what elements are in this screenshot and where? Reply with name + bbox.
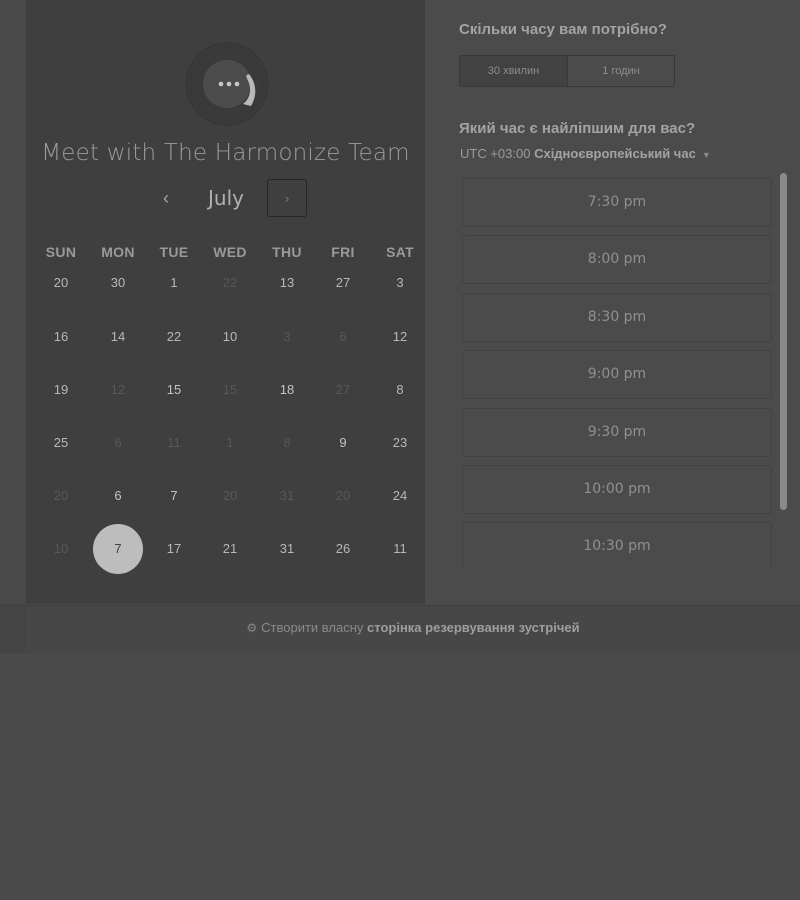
- footer: ⚙ Створити власну сторінка резервування з…: [26, 605, 800, 654]
- timezone-name: Східноєвропейський час: [534, 146, 696, 161]
- timezone-offset: UTC +03:00: [460, 146, 535, 161]
- time-slot-button[interactable]: 9:00 pm: [462, 350, 772, 400]
- calendar-day-selected[interactable]: 7: [93, 524, 143, 574]
- footer-edge: [0, 604, 26, 653]
- calendar-day: 1: [226, 435, 234, 450]
- calendar-day[interactable]: 11: [375, 524, 425, 574]
- calendar-day[interactable]: 27: [318, 258, 368, 308]
- calendar-day[interactable]: 22: [149, 312, 199, 362]
- month-navigation: ‹ July ›: [26, 178, 425, 218]
- calendar-day[interactable]: 20: [36, 258, 86, 308]
- calendar-day: 3: [283, 329, 291, 344]
- calendar-day[interactable]: 31: [262, 524, 312, 574]
- time-slot-button[interactable]: 8:30 pm: [462, 292, 772, 342]
- footer-link[interactable]: сторінка резервування зустрічей: [367, 620, 580, 635]
- time-slot-button[interactable]: 8:00 pm: [462, 235, 772, 285]
- calendar-day[interactable]: 3: [375, 258, 425, 308]
- calendar-day[interactable]: 13: [262, 258, 312, 308]
- next-month-button[interactable]: ›: [267, 179, 307, 217]
- calendar-day: 20: [53, 488, 69, 503]
- prev-month-button[interactable]: ‹: [154, 184, 178, 212]
- time-slot-button[interactable]: 10:00 pm: [462, 465, 772, 514]
- time-question: Який час є найліпшим для вас?: [459, 120, 696, 137]
- duration-30min-button[interactable]: 30 хвилин: [460, 56, 567, 86]
- calendar-day[interactable]: 7: [149, 471, 199, 521]
- calendar-day[interactable]: 30: [93, 258, 143, 308]
- time-slot-button[interactable]: 7:30 pm: [462, 178, 772, 227]
- time-slot-scrollbar[interactable]: [780, 173, 787, 510]
- calendar-day[interactable]: 19: [36, 365, 86, 415]
- calendar-day[interactable]: 1: [149, 258, 199, 308]
- calendar-day[interactable]: 8: [375, 365, 425, 415]
- calendar-day: 11: [167, 435, 181, 450]
- calendar-day: 15: [222, 382, 238, 397]
- calendar-day: 20: [335, 488, 351, 503]
- caret-down-icon: ▼: [701, 149, 711, 160]
- time-slot-button[interactable]: 10:30 pm: [462, 522, 772, 568]
- calendar-day: 8: [283, 435, 291, 450]
- calendar-day[interactable]: 10: [205, 312, 255, 362]
- calendar-day[interactable]: 6: [93, 471, 143, 521]
- calendar-day: 6: [114, 435, 122, 450]
- calendar-day: 12: [110, 382, 126, 397]
- calendar-day: 27: [335, 382, 351, 397]
- calendar-day: 20: [222, 488, 238, 503]
- calendar-day[interactable]: 15: [149, 365, 199, 415]
- calendar-day[interactable]: 16: [36, 312, 86, 362]
- footer-prefix: Створити власну: [261, 620, 368, 635]
- duration-question: Скільки часу вам потрібно?: [459, 21, 667, 38]
- calendar-day[interactable]: 26: [318, 524, 368, 574]
- timezone-selector[interactable]: UTC +03:00 Східноєвропейський час ▼: [460, 146, 711, 161]
- calendar-day[interactable]: 24: [375, 471, 425, 521]
- hubspot-sprocket-icon: ⚙: [246, 621, 258, 635]
- calendar-day[interactable]: 9: [318, 418, 368, 468]
- time-slot-button[interactable]: 9:30 pm: [462, 407, 772, 457]
- calendar-day[interactable]: 25: [36, 418, 86, 468]
- chat-logo-icon: [185, 42, 269, 126]
- calendar-day[interactable]: 17: [149, 524, 199, 574]
- calendar-day: 10: [53, 541, 69, 556]
- calendar-day[interactable]: 18: [262, 365, 312, 415]
- duration-1hour-button[interactable]: 1 годин: [568, 56, 674, 86]
- calendar-day[interactable]: 12: [375, 312, 425, 362]
- calendar-day: 22: [222, 275, 238, 290]
- calendar-day[interactable]: 23: [375, 418, 425, 468]
- calendar-day: 31: [279, 488, 295, 503]
- footer-text: ⚙ Створити власну сторінка резервування з…: [26, 620, 800, 635]
- duration-selector: 30 хвилин 1 годин: [459, 55, 675, 87]
- page-title: Meet with The Harmonize Team: [41, 140, 410, 166]
- month-label: July: [208, 186, 244, 210]
- calendar-day[interactable]: 21: [205, 524, 255, 574]
- time-slot-list: 7:30 pm 8:00 pm 8:30 pm 9:00 pm 9:30 pm 10:00…: [462, 178, 772, 568]
- calendar-day[interactable]: 14: [93, 312, 143, 362]
- calendar-day: 6: [339, 329, 347, 344]
